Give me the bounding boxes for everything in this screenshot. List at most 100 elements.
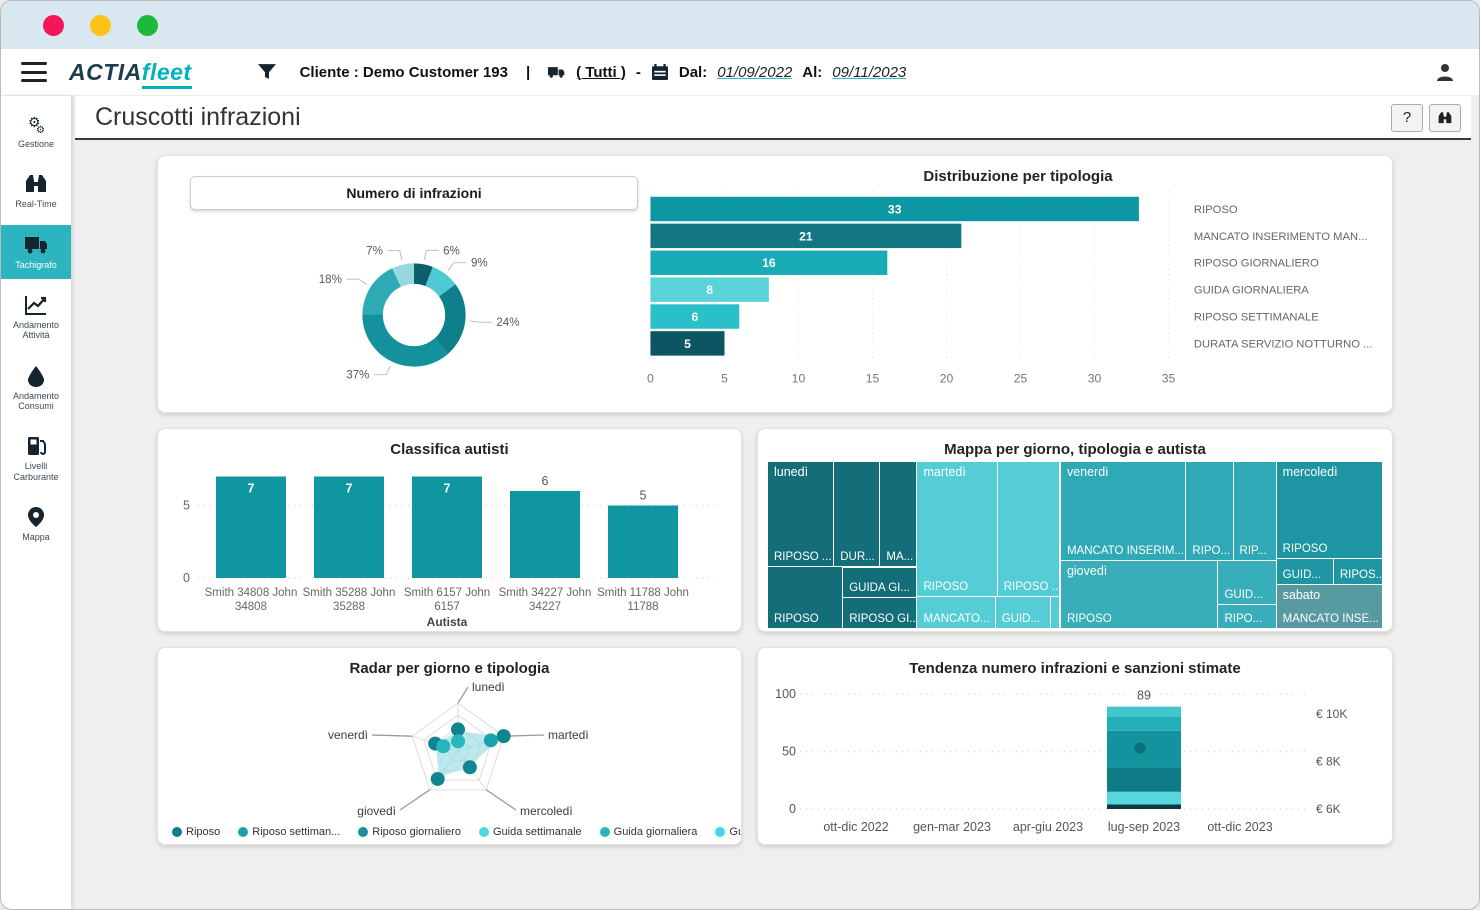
svg-text:6: 6 bbox=[542, 474, 549, 488]
binoculars-icon bbox=[24, 173, 48, 195]
treemap-cell[interactable]: martedìRIPOSO bbox=[917, 462, 996, 596]
chart-title-tendenza: Tendenza numero infrazioni e sanzioni st… bbox=[768, 660, 1382, 677]
legend-dot-icon bbox=[479, 827, 489, 837]
sidebar-item-andamento-attivita[interactable]: Andamento Attività bbox=[1, 285, 71, 350]
treemap-cell[interactable]: RIPOSO ... bbox=[998, 462, 1059, 596]
treemap-category-label: RIPOSO bbox=[1067, 613, 1112, 625]
svg-text:50: 50 bbox=[782, 745, 796, 759]
card-classifica-autisti: Classifica autisti 057Smith 34808 John34… bbox=[157, 428, 742, 632]
treemap-category-label: RIPOSO bbox=[923, 581, 968, 593]
svg-text:6: 6 bbox=[691, 310, 698, 324]
treemap-cell[interactable]: MA... bbox=[880, 462, 916, 566]
treemap-cell[interactable] bbox=[1051, 597, 1059, 628]
window-close-button[interactable] bbox=[43, 15, 64, 36]
treemap-day-label: lunedì bbox=[774, 465, 808, 479]
svg-text:5: 5 bbox=[640, 489, 647, 503]
header-dash: - bbox=[636, 64, 641, 81]
app-header: ACTIAfleet Cliente : Demo Customer 193 |… bbox=[1, 49, 1479, 96]
calendar-icon bbox=[651, 64, 669, 80]
treemap-cell[interactable]: RIP... bbox=[1234, 462, 1276, 560]
svg-text:20: 20 bbox=[940, 371, 954, 385]
treemap-category-label: RIPO... bbox=[1224, 613, 1262, 625]
treemap-cell[interactable]: GUIDA GI... bbox=[843, 568, 916, 596]
truck-icon bbox=[24, 234, 48, 256]
chart-title-radar: Radar per giorno e tipologia bbox=[168, 660, 731, 677]
treemap-cell[interactable]: RIPOSO bbox=[768, 567, 842, 628]
treemap-cell[interactable]: RIPOSO GI... bbox=[843, 598, 916, 628]
window-minimize-button[interactable] bbox=[90, 15, 111, 36]
legend-label: Riposo settiman... bbox=[252, 826, 340, 838]
dal-label: Dal: bbox=[679, 64, 707, 81]
date-to[interactable]: 09/11/2023 bbox=[832, 64, 906, 81]
svg-text:16: 16 bbox=[762, 256, 776, 270]
search-button[interactable] bbox=[1429, 104, 1461, 132]
treemap-cell[interactable]: MANCATO... bbox=[917, 597, 994, 628]
treemap-cell[interactable]: RIPOS... bbox=[1334, 559, 1382, 584]
treemap-cell[interactable]: giovedì RIPOSO bbox=[1061, 561, 1218, 628]
svg-text:7: 7 bbox=[248, 482, 255, 496]
treemap-cell[interactable]: RIPO... bbox=[1218, 605, 1275, 628]
treemap-cell[interactable]: RIPO... bbox=[1186, 462, 1232, 560]
radar-legend-item[interactable]: Riposo settiman... bbox=[238, 826, 340, 838]
legend-dot-icon bbox=[358, 827, 368, 837]
treemap-cell[interactable]: GUID... bbox=[1218, 561, 1275, 604]
distribution-bar-chart[interactable]: 0510152025303533RIPOSO21MANCATO INSERIME… bbox=[638, 187, 1393, 404]
binoculars-icon bbox=[1437, 111, 1453, 125]
treemap-cell[interactable]: mercoledìRIPOSO bbox=[1277, 462, 1382, 558]
sidebar-item-andamento-consumi[interactable]: Andamento Consumi bbox=[1, 356, 71, 421]
radar-legend-item[interactable]: Riposo bbox=[172, 826, 220, 838]
user-icon[interactable] bbox=[1435, 62, 1455, 82]
main-area: Cruscotti infrazioni ? Numero di infrazi… bbox=[71, 96, 1479, 909]
sidebar-item-gestione[interactable]: ⚙⚙ Gestione bbox=[1, 104, 71, 158]
sidebar-nav: ⚙⚙ Gestione Real-Time Tachigrafo Andamen… bbox=[1, 96, 71, 909]
window-maximize-button[interactable] bbox=[137, 15, 158, 36]
truck-icon bbox=[548, 64, 566, 80]
treemap-cell[interactable]: GUID... bbox=[1277, 559, 1333, 584]
help-button[interactable]: ? bbox=[1391, 104, 1423, 132]
treemap-day-label: giovedì bbox=[1067, 564, 1107, 578]
date-from[interactable]: 01/09/2022 bbox=[717, 64, 792, 81]
svg-text:0: 0 bbox=[183, 571, 190, 585]
svg-text:venerdì: venerdì bbox=[328, 728, 368, 742]
sidebar-item-real-time[interactable]: Real-Time bbox=[1, 164, 71, 218]
treemap-cell[interactable]: GUID... bbox=[996, 597, 1050, 628]
radar-chart[interactable]: lunedìmartedìmercoledìgiovedìvenerdì bbox=[168, 679, 726, 819]
numero-infrazioni-button[interactable]: Numero di infrazioni bbox=[190, 176, 638, 210]
svg-text:apr-giu 2023: apr-giu 2023 bbox=[1013, 820, 1083, 834]
vehicles-filter-link[interactable]: ( Tutti ) bbox=[576, 64, 626, 81]
chart-title-classifica: Classifica autisti bbox=[168, 441, 731, 458]
radar-legend-item[interactable]: Guida settimanale bbox=[479, 826, 582, 838]
filter-icon[interactable] bbox=[258, 64, 276, 80]
sidebar-item-tachigrafo[interactable]: Tachigrafo bbox=[1, 225, 71, 279]
svg-text:gen-mar 2023: gen-mar 2023 bbox=[913, 820, 991, 834]
treemap-category-label: DUR... bbox=[840, 551, 875, 563]
line-chart-icon bbox=[24, 294, 48, 316]
svg-text:11788: 11788 bbox=[627, 601, 658, 613]
svg-text:6%: 6% bbox=[443, 245, 460, 257]
svg-text:24%: 24% bbox=[496, 317, 519, 329]
treemap-cell[interactable]: DUR... bbox=[834, 462, 879, 566]
svg-text:9%: 9% bbox=[471, 258, 488, 270]
treemap-cell[interactable]: sabatoMANCATO INSE... bbox=[1277, 585, 1382, 628]
treemap-cell[interactable]: venerdìMANCATO INSERIM... bbox=[1061, 462, 1185, 560]
svg-text:⚙: ⚙ bbox=[36, 125, 45, 135]
treemap-category-label: RIPOSO ... bbox=[774, 551, 832, 563]
sidebar-item-mappa[interactable]: Mappa bbox=[1, 497, 71, 551]
radar-legend-item[interactable]: Guida giornaliera bbox=[600, 826, 698, 838]
treemap-cell[interactable]: lunedì RIPOSO ... bbox=[768, 462, 833, 566]
donut-chart[interactable]: 6%9%24%37%18%7% bbox=[168, 210, 628, 404]
radar-legend-item[interactable]: Riposo giornaliero bbox=[358, 826, 461, 838]
sidebar-item-livelli-carburante[interactable]: Livelli Carburante bbox=[1, 426, 71, 491]
svg-text:18%: 18% bbox=[319, 274, 342, 286]
svg-text:mercoledì: mercoledì bbox=[520, 804, 573, 818]
trend-combo-chart[interactable]: 050100ott-dic 2022gen-mar 2023apr-giu 20… bbox=[768, 679, 1368, 845]
treemap-category-label: GUID... bbox=[1224, 589, 1262, 601]
svg-text:RIPOSO GIORNALIERO: RIPOSO GIORNALIERO bbox=[1194, 258, 1319, 270]
svg-text:10: 10 bbox=[792, 371, 806, 385]
radar-legend-item[interactable]: Guida bi-settimanale bbox=[715, 826, 742, 838]
drivers-column-chart[interactable]: 057Smith 34808 John348087Smith 35288 Joh… bbox=[168, 460, 726, 632]
svg-text:35: 35 bbox=[1162, 371, 1176, 385]
treemap-chart[interactable]: lunedìRIPOSO ...DUR...MA...RIPOSOGUIDA G… bbox=[768, 462, 1382, 628]
svg-text:37%: 37% bbox=[346, 370, 369, 382]
hamburger-menu-icon[interactable] bbox=[21, 62, 47, 82]
